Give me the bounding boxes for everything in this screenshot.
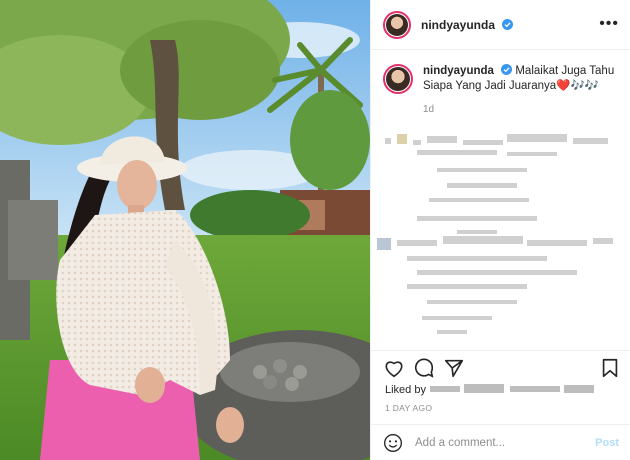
caption: nindyayunda Malaikat Juga Tahu Siapa Yan… (383, 64, 623, 117)
post-comment-button[interactable]: Post (595, 437, 619, 449)
comment-icon[interactable] (413, 357, 435, 379)
avatar-image (386, 13, 408, 36)
header-username[interactable]: nindyayunda (421, 18, 514, 32)
blurred-liker-names (429, 384, 594, 393)
header-username-text[interactable]: nindyayunda (421, 18, 495, 32)
comment-input[interactable] (415, 436, 575, 449)
post-header: nindyayunda ••• (371, 0, 630, 50)
caption-username[interactable]: nindyayunda (423, 65, 494, 77)
caption-avatar-image (386, 67, 410, 91)
likes-summary[interactable]: Liked by (385, 382, 600, 398)
caption-body: nindyayunda Malaikat Juga Tahu Siapa Yan… (423, 64, 619, 117)
share-icon[interactable] (443, 357, 465, 379)
avatar[interactable] (383, 10, 411, 39)
post-date[interactable]: 1 DAY AGO (385, 403, 432, 413)
post-details-panel: nindyayunda ••• nindyayunda Malaikat Jug… (370, 0, 630, 460)
post-photo[interactable] (0, 0, 370, 460)
caption-timestamp[interactable]: 1d (423, 102, 619, 117)
verified-badge-icon (501, 64, 513, 75)
heart-icon[interactable] (383, 357, 405, 379)
more-options-button[interactable]: ••• (599, 16, 619, 32)
bookmark-icon[interactable] (599, 357, 621, 379)
emoji-icon[interactable] (383, 433, 403, 453)
caption-avatar[interactable] (383, 64, 413, 94)
liked-by-label: Liked by (385, 384, 426, 396)
verified-badge-icon (502, 18, 514, 30)
action-bar (371, 350, 630, 380)
comment-box: Post (371, 424, 630, 460)
post-image (0, 0, 370, 460)
blurred-comments (377, 134, 613, 334)
